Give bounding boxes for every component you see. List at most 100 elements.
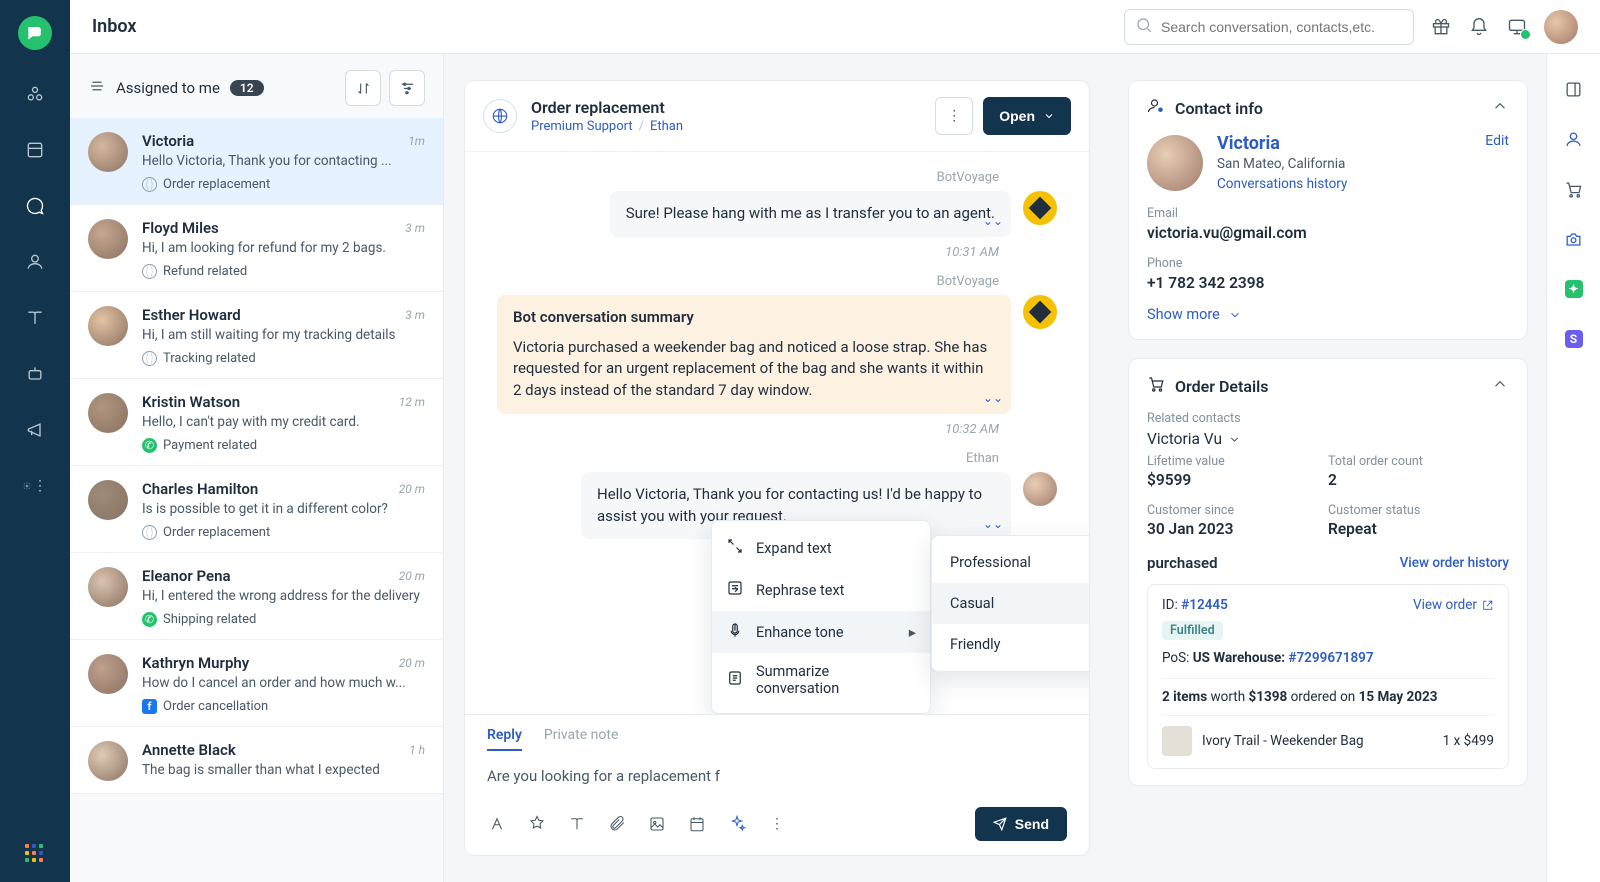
reply-tab-private-note[interactable]: Private note (544, 727, 618, 751)
conversation-list: Assigned to me 12 Victoria1mHello Victor… (70, 54, 444, 882)
ai-menu-item-tone[interactable]: Enhance tone▸ (712, 611, 930, 653)
shopify-tab-icon[interactable]: S (1563, 328, 1585, 350)
reply-tab-reply[interactable]: Reply (487, 727, 522, 751)
ai-tone-option[interactable]: Friendly (932, 624, 1089, 665)
thread-status-button[interactable]: Open (983, 97, 1071, 135)
product-qty-price: 1 x $499 (1443, 733, 1494, 749)
app-logo[interactable] (18, 16, 52, 50)
cart-tab-icon[interactable] (1563, 178, 1585, 200)
expand-icon (726, 537, 744, 559)
conv-tag: Order replacement (142, 525, 425, 540)
phone-label: Phone (1147, 256, 1509, 271)
nav-overview-icon[interactable] (23, 82, 47, 106)
edit-contact-link[interactable]: Edit (1485, 133, 1509, 149)
conversation-item[interactable]: Kristin Watson12 mHello, I can't pay wit… (70, 379, 443, 466)
order-details-panel: Order Details Related contacts Victoria … (1128, 358, 1528, 786)
camera-tab-icon[interactable] (1563, 228, 1585, 250)
message-row: Bot conversation summaryVictoria purchas… (497, 295, 1057, 414)
send-button[interactable]: Send (975, 807, 1067, 841)
thread-column: Order replacement Premium Support/Ethan … (444, 54, 1110, 882)
contact-avatar (88, 567, 128, 607)
chevron-up-icon[interactable] (1491, 375, 1509, 397)
thread-agent-link[interactable]: Ethan (650, 119, 683, 134)
panel-collapse-icon[interactable] (1563, 78, 1585, 100)
knowledge-icon[interactable] (567, 814, 587, 834)
nav-inbox-icon[interactable] (23, 194, 47, 218)
conversation-item[interactable]: Kathryn Murphy20 mHow do I cancel an ord… (70, 640, 443, 727)
contact-avatar (88, 306, 128, 346)
ai-menu-item-rephrase[interactable]: Rephrase text (712, 569, 930, 611)
nav-bot-icon[interactable] (23, 362, 47, 386)
ai-assist-icon[interactable] (727, 814, 747, 834)
conv-time: 20 m (399, 482, 425, 496)
ai-assist-menu: Expand textRephrase textEnhance tone▸Sum… (711, 520, 931, 714)
conversation-item[interactable]: Esther Howard3 mHi, I am still waiting f… (70, 292, 443, 379)
conv-time: 1m (408, 134, 425, 148)
nav-knowledge-icon[interactable] (23, 306, 47, 330)
chevron-up-icon[interactable] (1491, 97, 1509, 119)
delivered-check-icon: ⌄⌄ (983, 390, 1003, 407)
format-text-icon[interactable] (487, 814, 507, 834)
search-input-wrap[interactable] (1124, 9, 1414, 45)
view-order-history-link[interactable]: View order history (1400, 555, 1509, 571)
fulfilled-chip: Fulfilled (1162, 621, 1223, 640)
conversation-item[interactable]: Annette Black1 hThe bag is smaller than … (70, 727, 443, 794)
search-input[interactable] (1161, 19, 1403, 35)
conversation-item[interactable]: Victoria1mHello Victoria, Thank you for … (70, 118, 443, 205)
conversation-item[interactable]: Floyd Miles3 mHi, I am looking for refun… (70, 205, 443, 292)
thread-team-link[interactable]: Premium Support (531, 119, 633, 134)
nav-dashboard-icon[interactable] (23, 138, 47, 162)
whatsapp-icon: ✆ (142, 612, 157, 627)
contact-name: Charles Hamilton (142, 480, 258, 498)
sort-button[interactable] (345, 70, 381, 106)
related-contact-select[interactable]: Victoria Vu (1147, 430, 1509, 448)
ai-menu-item-summarize[interactable]: Summarize conversation (712, 653, 930, 707)
contact-name: Victoria (142, 132, 194, 150)
conv-time: 12 m (399, 395, 425, 409)
reply-more-icon[interactable]: ⋮ (767, 814, 787, 834)
conv-time: 20 m (399, 569, 425, 583)
message-time: 10:31 AM (497, 245, 1057, 260)
nav-campaigns-icon[interactable] (23, 418, 47, 442)
chevron-right-icon: ▸ (909, 624, 916, 641)
pos-id-link[interactable]: #7299671897 (1288, 650, 1373, 666)
message-time: 10:32 AM (497, 422, 1057, 437)
conversation-item[interactable]: Eleanor Pena20 mHi, I entered the wrong … (70, 553, 443, 640)
globe-icon (142, 525, 157, 540)
agent-avatar (1023, 472, 1057, 506)
conversations-history-link[interactable]: Conversations history (1217, 176, 1347, 192)
calendar-icon[interactable] (687, 814, 707, 834)
show-more-link[interactable]: Show more (1147, 306, 1509, 323)
contact-tab-icon[interactable] (1563, 128, 1585, 150)
attachment-icon[interactable] (607, 814, 627, 834)
bot-avatar (1023, 191, 1057, 225)
nav-apps-icon[interactable] (23, 842, 47, 866)
gift-icon[interactable] (1430, 16, 1452, 38)
reply-textarea[interactable]: Are you looking for a replacement f (487, 761, 1067, 807)
bot-avatar (1023, 295, 1057, 329)
view-order-link[interactable]: View order (1413, 597, 1494, 613)
canned-response-icon[interactable] (527, 814, 547, 834)
self-avatar[interactable] (1544, 10, 1578, 44)
contact-avatar (88, 393, 128, 433)
list-menu-icon[interactable] (88, 77, 106, 99)
list-count-badge: 12 (230, 80, 264, 96)
conv-preview: Is is possible to get it in a different … (142, 501, 425, 517)
image-icon[interactable] (647, 814, 667, 834)
nav-contacts-icon[interactable] (23, 250, 47, 274)
bell-icon[interactable] (1468, 16, 1490, 38)
contact-name[interactable]: Victoria (1217, 133, 1347, 154)
ai-tone-option[interactable]: Professional (932, 542, 1089, 583)
availability-icon[interactable] (1506, 16, 1528, 38)
ai-tone-option[interactable]: Casual (932, 583, 1089, 624)
ai-menu-item-expand[interactable]: Expand text (712, 527, 930, 569)
order-id-link[interactable]: #12445 (1181, 597, 1228, 613)
chat-bubble-tab-icon[interactable]: ✦ (1563, 278, 1585, 300)
order-card: ID: #12445 View order Fulfilled PoS: US … (1147, 584, 1509, 769)
nav-settings-icon[interactable]: ⋮ (23, 474, 47, 498)
filter-button[interactable] (389, 70, 425, 106)
contact-name: Annette Black (142, 741, 236, 759)
conversation-item[interactable]: Charles Hamilton 20 m Is is possible to ge… (70, 466, 443, 553)
reply-box: Reply Private note Are you looking for a … (465, 714, 1089, 855)
thread-more-button[interactable]: ⋮ (935, 97, 973, 135)
